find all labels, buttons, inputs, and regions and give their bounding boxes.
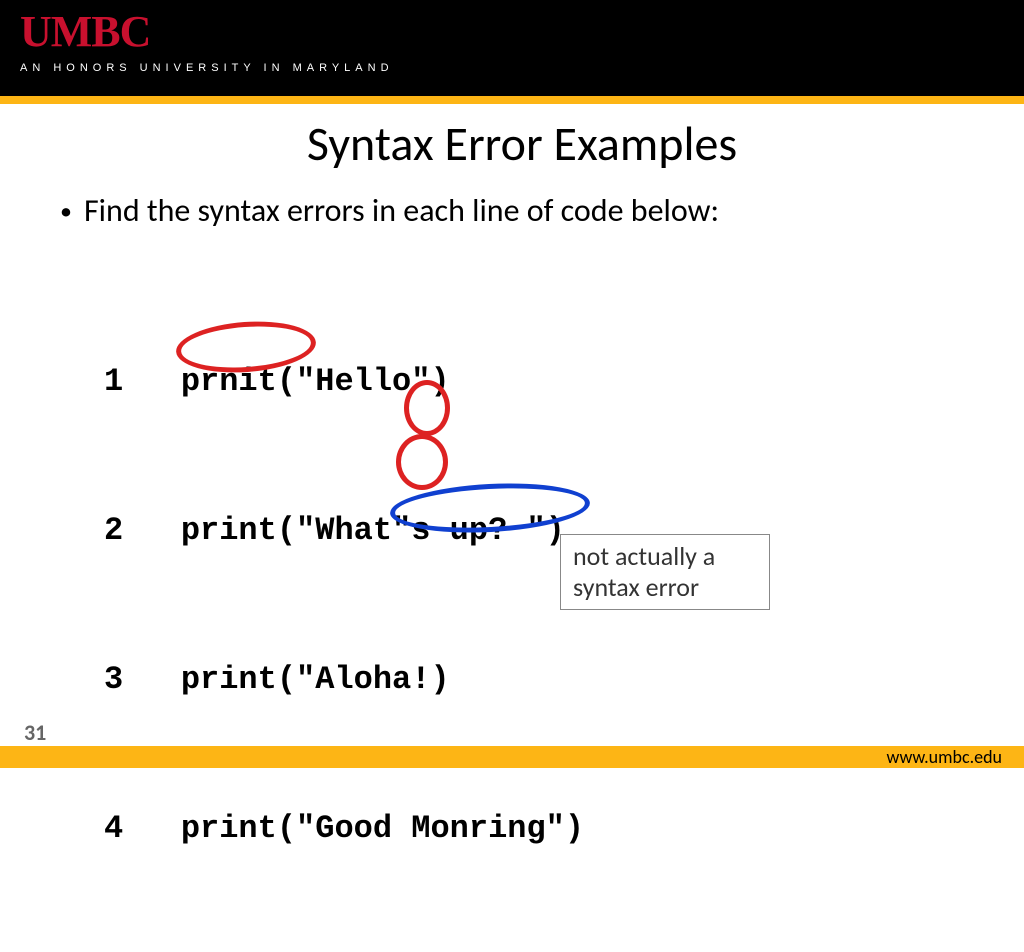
callout-box: not actually a syntax error [560, 534, 770, 610]
logo-text: UMBC [20, 10, 1004, 54]
logo-subtitle: AN HONORS UNIVERSITY IN MARYLAND [20, 62, 1004, 74]
slide-header: UMBC AN HONORS UNIVERSITY IN MARYLAND [0, 0, 1024, 96]
code-line-2: 2 print("What"s up? ") [104, 506, 984, 556]
bullet-text: Find the syntax errors in each line of c… [84, 191, 719, 230]
slide-content: Syntax Error Examples • Find the syntax … [0, 104, 1024, 952]
code-line-3: 3 print("Aloha!) [104, 655, 984, 705]
code-line-4: 4 print("Good Monring") [104, 804, 984, 854]
code-block: 1 prnit("Hello") 2 print("What"s up? ") … [104, 258, 984, 952]
code-line-1: 1 prnit("Hello") [104, 357, 984, 407]
bullet-icon: • [60, 197, 72, 226]
divider-top [0, 96, 1024, 104]
slide-title: Syntax Error Examples [60, 114, 984, 173]
footer-url: www.umbc.edu [887, 746, 1002, 768]
slide-number: 31 [24, 719, 46, 746]
divider-bottom [0, 746, 1024, 768]
bullet-item: • Find the syntax errors in each line of… [60, 191, 984, 230]
